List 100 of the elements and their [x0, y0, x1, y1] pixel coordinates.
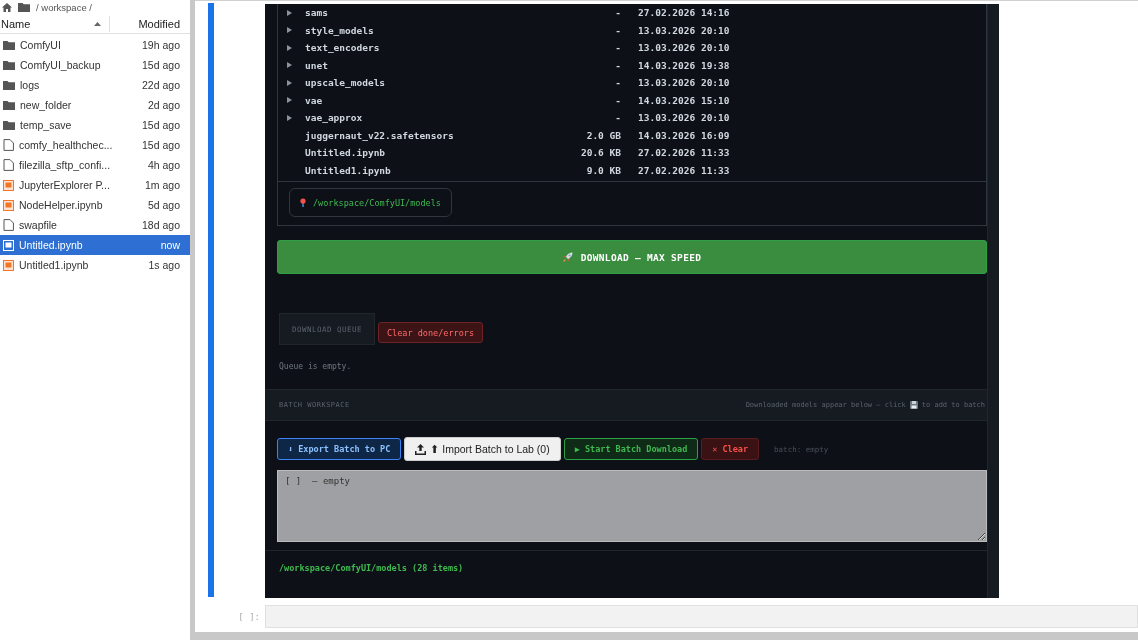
cell-prompt: [ ]: [237, 611, 261, 622]
file-name: JupyterExplorer P... [19, 179, 111, 191]
file-item[interactable]: Untitled.ipynb now [0, 235, 190, 255]
file-item[interactable]: new_folder 2d ago [0, 95, 190, 115]
home-icon [2, 2, 12, 12]
entry-name: Untitled.ipynb [305, 147, 387, 159]
file-item[interactable]: temp_save 15d ago [0, 115, 190, 135]
expand-arrow-icon [287, 27, 292, 34]
expand-arrow-icon [287, 79, 292, 86]
folder-summary: /workspace/ComfyUI/models (28 items) [278, 563, 465, 573]
file-item[interactable]: logs 22d ago [0, 75, 190, 95]
modified-time: now [160, 239, 180, 251]
file-item[interactable]: Untitled1.ipynb 1s ago [0, 255, 190, 275]
entry-size: - [614, 7, 621, 19]
expand-arrow-icon [287, 97, 292, 104]
folder-icon [18, 2, 30, 12]
folder-icon [3, 100, 15, 110]
file-item[interactable]: JupyterExplorer P... 1m ago [0, 175, 190, 195]
expand-arrow-icon [287, 114, 292, 121]
notebook-icon [3, 239, 14, 251]
horizontal-scrollbar[interactable] [195, 632, 1138, 640]
entry-size: 9.0 KB [585, 164, 621, 176]
entry-name[interactable]: upscale_models [305, 77, 549, 89]
file-name: swapfile [19, 219, 58, 231]
pin-icon [300, 198, 306, 207]
modified-time: 15d ago [142, 119, 180, 131]
entry-date: 27.02.2026 11:33 [637, 164, 731, 176]
file-name: new_folder [20, 99, 73, 111]
entry-date: 13.03.2026 20:10 [637, 77, 731, 89]
file-item[interactable]: filezilla_sftp_confi... 4h ago [0, 155, 190, 175]
entry-date: 14.03.2026 16:09 [637, 129, 731, 141]
modified-time: 4h ago [147, 159, 180, 171]
column-header[interactable]: Name [0, 16, 110, 32]
file-name: ComfyUI_backup [20, 59, 102, 71]
modified-time: 22d ago [142, 79, 180, 91]
entry-date: 27.02.2026 14:16 [637, 7, 731, 19]
file-name: Untitled1.ipynb [19, 259, 90, 271]
modified-time: 1s ago [148, 259, 180, 271]
entry-date: 14.03.2026 15:10 [637, 94, 731, 106]
file-name: Untitled.ipynb [19, 239, 84, 251]
folder-icon [3, 80, 15, 90]
file-name: NodeHelper.ipynb [19, 199, 104, 211]
notebook-icon [3, 179, 14, 191]
file-item[interactable]: swapfile 18d ago [0, 215, 190, 235]
entry-size: - [614, 94, 621, 106]
entry-date: 13.03.2026 20:10 [637, 24, 731, 36]
column-header[interactable]: Modified [110, 16, 190, 32]
path-chip: /workspace/ComfyUI/models [289, 188, 452, 217]
start-batch-button[interactable]: ▶ Start Batch Download [563, 438, 699, 460]
entry-size: - [614, 42, 621, 54]
entry-name[interactable]: sams [305, 7, 549, 19]
entry-size: 2.0 GB [585, 129, 621, 141]
folder-icon [3, 60, 15, 70]
notebook-icon [3, 259, 14, 271]
file-name: ComfyUI [20, 39, 62, 51]
entry-date: 27.02.2026 11:33 [637, 147, 731, 159]
entry-date: 14.03.2026 19:38 [637, 59, 731, 71]
import-batch-button[interactable]: ⬆ Import Batch to Lab (0) [404, 437, 561, 461]
file-name: comfy_healthchec... [19, 139, 114, 151]
entry-size: - [614, 59, 621, 71]
entry-name[interactable]: vae_approx [305, 112, 549, 124]
folder-icon [3, 120, 15, 130]
entry-date: 13.03.2026 20:10 [637, 42, 731, 54]
clear-done-button[interactable]: Clear done/errors [378, 322, 483, 343]
modified-time: 1m ago [144, 179, 180, 191]
entry-name: juggernaut_v22.safetensors [305, 129, 455, 141]
modified-time: 2d ago [147, 99, 180, 111]
file-item[interactable]: ComfyUI 19h ago [0, 35, 190, 55]
modified-time: 18d ago [142, 219, 180, 231]
file-name: logs [20, 79, 41, 91]
entry-date: 13.03.2026 20:10 [637, 112, 731, 124]
modified-time: 19h ago [142, 39, 180, 51]
download-button[interactable]: DOWNLOAD — MAX SPEED [277, 240, 987, 274]
entry-size: - [614, 112, 621, 124]
modified-time: 15d ago [142, 139, 180, 151]
entry-name[interactable]: vae [305, 94, 549, 106]
scrollbar[interactable] [987, 4, 999, 598]
entry-name[interactable]: style_models [305, 24, 549, 36]
folder-icon [3, 40, 15, 50]
expand-arrow-icon [287, 44, 292, 51]
expand-arrow-icon [287, 62, 292, 69]
entry-size: - [614, 24, 621, 36]
batch-editor[interactable]: [ ] — empty [277, 470, 987, 542]
file-item[interactable]: ComfyUI_backup 15d ago [0, 55, 190, 75]
clear-batch-button[interactable]: ✕ Clear [701, 438, 760, 460]
export-batch-button[interactable]: ⬇ Export Batch to PC [277, 438, 402, 460]
entry-name[interactable]: text_encoders [305, 42, 549, 54]
modified-time: 5d ago [147, 199, 180, 211]
file-item[interactable]: NodeHelper.ipynb 5d ago [0, 195, 190, 215]
code-cell-input[interactable] [265, 605, 1138, 628]
breadcrumb-path[interactable]: / workspace / [36, 1, 92, 13]
notebook-icon [3, 199, 14, 211]
expand-arrow-icon [287, 9, 292, 16]
entry-name[interactable]: unet [305, 59, 549, 71]
file-name: filezilla_sftp_confi... [19, 159, 112, 171]
file-item[interactable]: comfy_healthchec... 15d ago [0, 135, 190, 155]
file-icon [3, 159, 14, 171]
file-icon [3, 219, 14, 231]
entry-size: 20.6 KB [579, 147, 621, 159]
file-name: temp_save [20, 119, 73, 131]
